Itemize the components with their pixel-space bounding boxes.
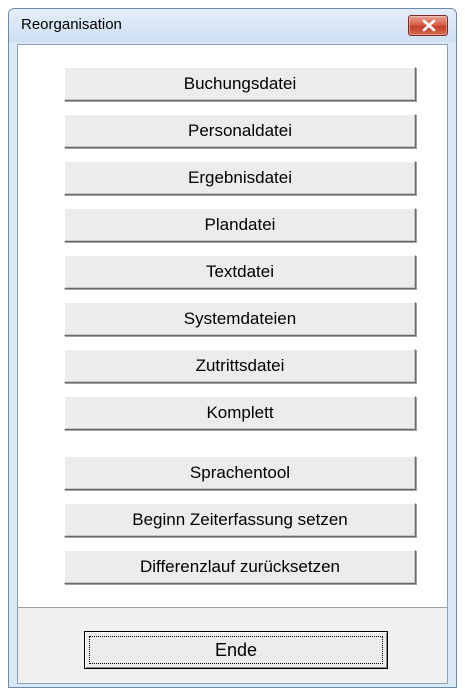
differenzlauf-zuruecksetzen-button[interactable]: Differenzlauf zurücksetzen (64, 550, 416, 584)
close-button[interactable] (408, 15, 448, 36)
personaldatei-button[interactable]: Personaldatei (64, 114, 416, 148)
plandatei-button[interactable]: Plandatei (64, 208, 416, 242)
komplett-button[interactable]: Komplett (64, 396, 416, 430)
dialog-client-area: Buchungsdatei Personaldatei Ergebnisdate… (17, 44, 448, 684)
reorganisation-window: Reorganisation Buchungsdatei Personaldat… (8, 8, 457, 688)
ende-button[interactable]: Ende (84, 631, 388, 669)
ergebnisdatei-button[interactable]: Ergebnisdatei (64, 161, 416, 195)
close-icon (422, 19, 436, 32)
ende-button-label: Ende (214, 640, 258, 660)
beginn-zeiterfassung-setzen-button[interactable]: Beginn Zeiterfassung setzen (64, 503, 416, 537)
zutrittsdatei-button[interactable]: Zutrittsdatei (64, 349, 416, 383)
title-bar[interactable]: Reorganisation (9, 9, 456, 42)
window-title: Reorganisation (21, 16, 122, 33)
button-panel: Buchungsdatei Personaldatei Ergebnisdate… (18, 45, 447, 608)
systemdateien-button[interactable]: Systemdateien (64, 302, 416, 336)
sprachentool-button[interactable]: Sprachentool (64, 456, 416, 490)
buchungsdatei-button[interactable]: Buchungsdatei (64, 67, 416, 101)
textdatei-button[interactable]: Textdatei (64, 255, 416, 289)
